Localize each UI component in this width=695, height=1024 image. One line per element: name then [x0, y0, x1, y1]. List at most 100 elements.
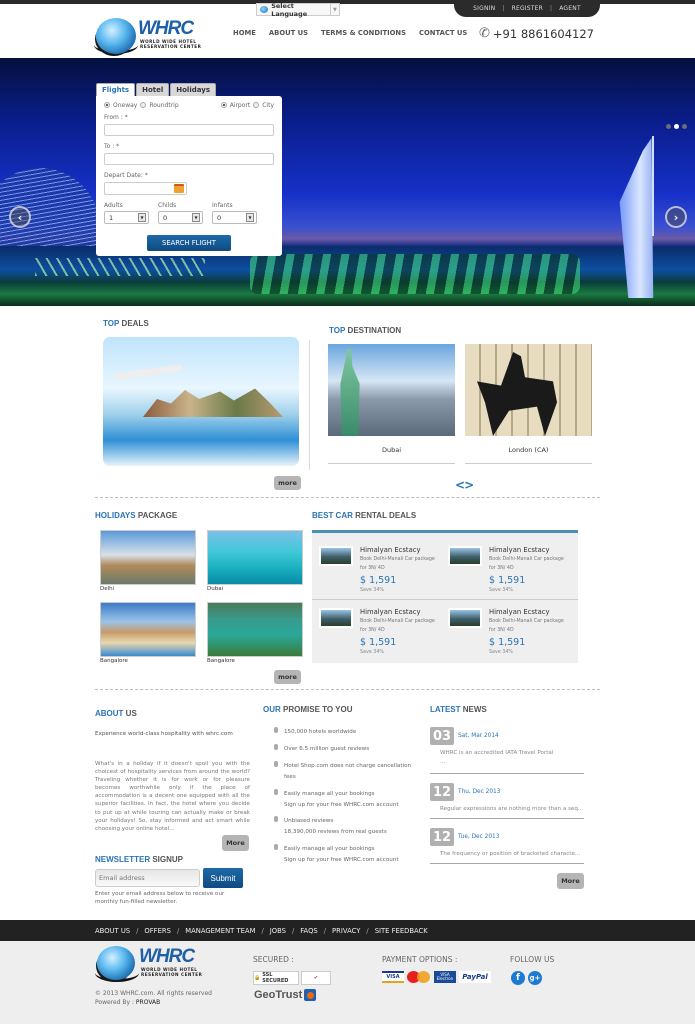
- email-input[interactable]: [95, 869, 200, 887]
- holiday-card[interactable]: Bangalore: [207, 602, 303, 664]
- search-tabs: Flights Hotel Holidays: [96, 83, 282, 96]
- slider-dot-active[interactable]: [674, 124, 679, 129]
- signin-link[interactable]: SIGNIN: [473, 5, 495, 12]
- news-text: WHRC is an accredited IATA Travel Portal: [440, 750, 554, 756]
- holiday-name: Bangalore: [100, 658, 128, 664]
- footer-link-about-us[interactable]: ABOUT US: [95, 927, 130, 935]
- news-date: Tue, Dec 2013: [458, 834, 500, 840]
- logo-title: WHRC: [138, 18, 194, 39]
- car-deal-card[interactable]: Himalyan Ecstacy Book Delhi-Manali Car p…: [312, 595, 440, 655]
- footer-link-management-team[interactable]: MANAGEMENT TEAM: [185, 927, 255, 935]
- logo-title: WHRC: [139, 946, 195, 967]
- google-plus-icon[interactable]: g+: [528, 971, 542, 985]
- bullet-icon: [274, 761, 278, 767]
- holiday-name: Bangalore: [207, 658, 235, 664]
- chevron-right-icon[interactable]: >: [464, 478, 474, 492]
- footer-link-offers[interactable]: OFFERS: [144, 927, 171, 935]
- register-link[interactable]: REGISTER: [512, 5, 543, 12]
- adults-value: 1: [109, 213, 114, 222]
- account-links: SIGNIN | REGISTER | AGENT: [454, 0, 600, 17]
- top-deals-more-button[interactable]: more: [274, 476, 301, 490]
- facebook-icon[interactable]: f: [511, 971, 525, 985]
- footer-link-faqs[interactable]: FAQS: [300, 927, 317, 935]
- visa-electron-icon: VISA Electron: [434, 971, 456, 983]
- car-rental-grid: Himalyan Ecstacy Book Delhi-Manali Car p…: [312, 530, 578, 663]
- holidays-more-button[interactable]: more: [274, 670, 301, 684]
- car-deal-title: Himalyan Ecstacy: [360, 608, 421, 616]
- logo[interactable]: WHRC WORLD WIDE HOTEL RESERVATION CENTER: [94, 16, 204, 56]
- about-us-title: ABOUT US: [95, 709, 137, 718]
- top-deals-image[interactable]: [103, 337, 299, 466]
- airport-label: Airport: [229, 101, 251, 109]
- from-input[interactable]: [104, 124, 274, 136]
- car-deal-card[interactable]: Himalyan Ecstacy Book Delhi-Manali Car p…: [441, 533, 569, 593]
- footer-link-jobs[interactable]: JOBS: [270, 927, 286, 935]
- globe-icon: [96, 18, 136, 54]
- nav-terms[interactable]: TERMS & CONDITIONS: [321, 29, 406, 37]
- slider-dot[interactable]: [666, 124, 671, 129]
- footer-link-privacy[interactable]: PRIVACY: [332, 927, 360, 935]
- about-lead: Experience world-class hospitality with …: [95, 731, 233, 737]
- chevron-down-icon: ▼: [329, 4, 339, 15]
- chevron-down-icon: ▼: [246, 213, 254, 222]
- oneway-label: Oneway: [113, 101, 138, 109]
- tab-hotel[interactable]: Hotel: [136, 83, 170, 96]
- chevron-right-icon: ›: [673, 210, 679, 224]
- powered-by-link[interactable]: PROVAB: [136, 999, 160, 1006]
- destination-card[interactable]: London (CA): [465, 344, 592, 464]
- infants-select[interactable]: 0 ▼: [212, 211, 257, 224]
- city-radio[interactable]: [253, 102, 260, 108]
- chevron-left-icon[interactable]: <: [455, 478, 465, 492]
- logo-subtitle: RESERVATION CENTER: [141, 972, 203, 977]
- adults-select[interactable]: 1 ▼: [104, 211, 149, 224]
- news-date: Sat, Mar 2014: [458, 733, 499, 739]
- language-selector[interactable]: Select Language ▼: [256, 2, 340, 18]
- news-more-button[interactable]: More: [557, 873, 584, 889]
- secured-title: SECURED :: [253, 955, 294, 964]
- news-item[interactable]: 12 Tue, Dec 2013 The frequency or positi…: [430, 828, 584, 864]
- checkmark-icon: ✔: [313, 975, 319, 981]
- chevron-down-icon: ▼: [138, 213, 146, 222]
- to-input[interactable]: [104, 153, 274, 165]
- footer-logo[interactable]: WHRC WORLD WIDE HOTEL RESERVATION CENTER: [95, 944, 205, 982]
- roundtrip-radio[interactable]: [140, 102, 147, 108]
- search-flight-button[interactable]: SEARCH FLIGHT: [147, 235, 231, 251]
- car-deal-duration: for 3N/ 4D: [360, 628, 385, 633]
- car-rental-title: BEST CAR RENTAL DEALS: [312, 511, 417, 520]
- newsletter-submit-button[interactable]: Submit: [203, 868, 243, 888]
- news-item[interactable]: 12 Thu, Dec 2013 Regular expressions are…: [430, 783, 584, 819]
- hero-pier: [35, 258, 205, 276]
- slider-dot[interactable]: [682, 124, 687, 129]
- car-deal-card[interactable]: Himalyan Ecstacy Book Delhi-Manali Car p…: [312, 533, 440, 593]
- car-deal-card[interactable]: Himalyan Ecstacy Book Delhi-Manali Car p…: [441, 595, 569, 655]
- section-divider: [95, 689, 600, 690]
- oneway-radio[interactable]: [104, 102, 110, 108]
- childs-select[interactable]: 0 ▼: [158, 211, 203, 224]
- footer-link-site-feedback[interactable]: SITE FEEDBACK: [375, 927, 428, 935]
- divider: [312, 599, 578, 600]
- about-more-button[interactable]: More: [222, 835, 249, 851]
- destination-card[interactable]: Dubai: [328, 344, 455, 464]
- agent-link[interactable]: AGENT: [559, 5, 581, 12]
- tab-flights[interactable]: Flights: [96, 83, 136, 96]
- top-deals-title: TOP DEALS: [103, 319, 149, 328]
- nav-home[interactable]: HOME: [233, 29, 256, 37]
- holiday-card[interactable]: Dubai: [207, 530, 303, 592]
- newsletter-note: Enter your email address below to receiv…: [95, 891, 225, 906]
- nav-contact-us[interactable]: CONTACT US: [419, 29, 467, 37]
- promise-item: Hotel Shop.com does not charge cancellat…: [274, 761, 424, 783]
- car-deal-title: Himalyan Ecstacy: [489, 546, 550, 554]
- main-nav: HOME ABOUT US TERMS & CONDITIONS CONTACT…: [233, 29, 467, 37]
- divider: [328, 463, 455, 464]
- slider-next-button[interactable]: ›: [665, 206, 687, 228]
- depart-date-input[interactable]: [104, 182, 187, 195]
- holiday-card[interactable]: Bangalore: [100, 602, 196, 664]
- nav-about-us[interactable]: ABOUT US: [269, 29, 308, 37]
- news-item[interactable]: 03 Sat, Mar 2014 WHRC is an accredited I…: [430, 727, 584, 774]
- calendar-icon[interactable]: [174, 184, 184, 193]
- slider-prev-button[interactable]: ‹: [9, 206, 31, 228]
- tab-holidays[interactable]: Holidays: [170, 83, 216, 96]
- holiday-card[interactable]: Delhi: [100, 530, 196, 592]
- chevron-down-icon: ▼: [192, 213, 200, 222]
- airport-radio[interactable]: [220, 102, 227, 108]
